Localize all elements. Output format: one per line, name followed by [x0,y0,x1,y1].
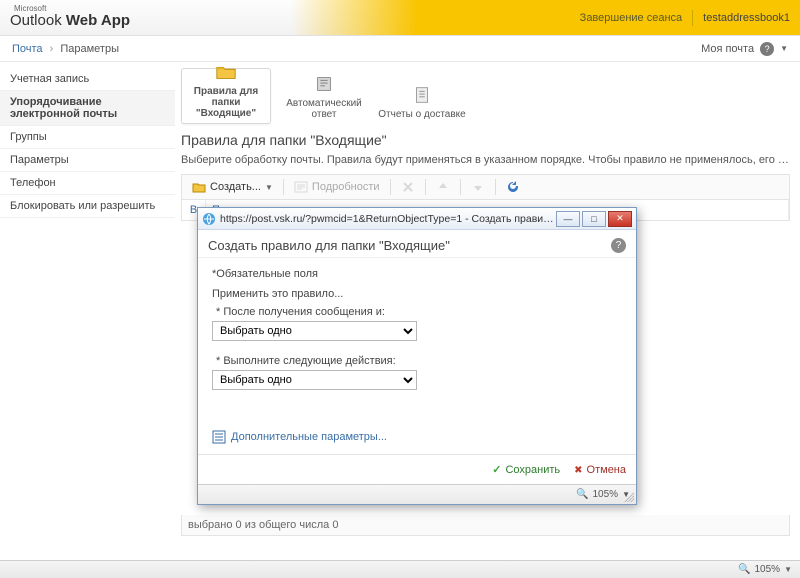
move-down-button [465,178,491,196]
move-up-button [430,178,456,196]
required-fields-note: *Обязательные поля [212,268,622,280]
header-accent: Завершение сеанса testaddressbook1 [290,0,800,35]
new-rule-dialog: https://post.vsk.ru/?pwmcid=1&ReturnObje… [197,207,637,505]
condition-select[interactable]: Выбрать одно [212,321,417,341]
dialog-title: Создать правило для папки "Входящие" [208,238,450,253]
chevron-right-icon: › [50,43,54,55]
page-zoom-value: 105% [755,564,781,575]
zoom-icon: 🔍 [576,489,588,500]
dialog-statusbar: 🔍 105% ▼ [198,484,636,504]
section-title: Правила для папки "Входящие" [181,132,790,148]
resize-grip[interactable] [624,492,634,502]
sidebar-item-block-allow[interactable]: Блокировать или разрешить [0,195,175,218]
action-select[interactable]: Выбрать одно [212,370,417,390]
zoom-icon: 🔍 [738,564,750,575]
dialog-titlebar[interactable]: https://post.vsk.ru/?pwmcid=1&ReturnObje… [198,208,636,230]
section-description: Выберите обработку почты. Правила будут … [181,154,790,166]
folder-new-icon [192,180,206,194]
delete-button [395,178,421,196]
chevron-down-icon: ▼ [265,183,273,192]
save-button[interactable]: Сохранить [492,463,560,476]
organize-tabs: Правила для папки "Входящие" Автоматичес… [181,68,790,124]
tab-delivery-reports[interactable]: Отчеты о доставке [377,68,467,124]
refresh-icon [506,180,520,194]
ie-favicon-icon [202,212,216,226]
header-separator [692,10,693,26]
folder-rules-icon [215,62,237,82]
more-options-link[interactable]: Дополнительные параметры... [212,430,622,444]
dialog-window-title: https://post.vsk.ru/?pwmcid=1&ReturnObje… [220,213,554,225]
delete-icon [401,180,415,194]
breadcrumb-root[interactable]: Почта [12,43,43,55]
user-label: testaddressbook1 [703,12,790,24]
sidebar-item-groups[interactable]: Группы [0,126,175,149]
refresh-button[interactable] [500,178,526,196]
check-icon [492,463,501,476]
details-button: Подробности [288,178,386,196]
help-icon[interactable]: ? [760,42,774,56]
rules-toolbar: Создать... ▼ Подробности [181,174,790,200]
dialog-help-icon[interactable]: ? [611,238,626,253]
apply-rule-label: Применить это правило... [212,288,622,300]
cancel-button[interactable]: Отмена [574,463,626,476]
selection-status: выбрано 0 из общего числа 0 [181,515,790,536]
tab-inbox-rules[interactable]: Правила для папки "Входящие" [181,68,271,124]
app-header: Microsoft Outlook Web App Завершение сеа… [0,0,800,36]
sidebar-item-account[interactable]: Учетная запись [0,68,175,91]
cancel-icon [574,464,582,476]
dialog-zoom-value: 105% [593,489,619,500]
tab-auto-reply[interactable]: Автоматический ответ [279,68,369,124]
condition-label: * После получения сообщения и: [216,306,622,318]
breadcrumb-current: Параметры [60,43,119,55]
mail-scope-label[interactable]: Моя почта [701,43,754,55]
minimize-button[interactable]: — [556,211,580,227]
breadcrumb: Почта › Параметры Моя почта ? ▼ [0,36,800,62]
arrow-down-icon [471,180,485,194]
zoom-dropdown-caret[interactable]: ▼ [784,565,792,574]
create-rule-button[interactable]: Создать... ▼ [186,178,279,196]
details-icon [294,180,308,194]
help-dropdown-caret[interactable]: ▼ [780,44,788,53]
sidebar-item-phone[interactable]: Телефон [0,172,175,195]
sidebar-item-organize-email[interactable]: Упорядочивание электронной почты [0,91,175,126]
signout-link[interactable]: Завершение сеанса [580,12,682,24]
brand-pretext: Microsoft [14,4,46,13]
browser-statusbar: 🔍 105% ▼ [0,560,800,578]
brand: Outlook Web App [10,12,130,29]
settings-sidebar: Учетная запись Упорядочивание электронно… [0,62,175,560]
delivery-report-icon [411,85,433,105]
action-label: * Выполните следующие действия: [216,355,622,367]
maximize-button[interactable]: □ [582,211,606,227]
auto-reply-icon [313,74,335,94]
close-button[interactable]: ✕ [608,211,632,227]
sidebar-item-settings[interactable]: Параметры [0,149,175,172]
more-options-icon [212,430,226,444]
arrow-up-icon [436,180,450,194]
